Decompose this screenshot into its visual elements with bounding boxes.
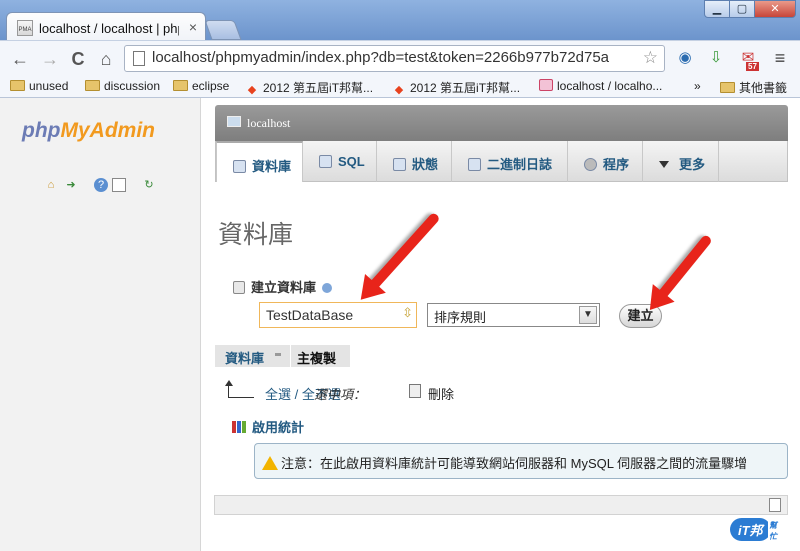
gmail-badge: 57 bbox=[746, 62, 759, 71]
arrow-ltr-icon bbox=[225, 380, 254, 398]
help-icon[interactable]: ? bbox=[94, 178, 108, 192]
sort-icon bbox=[275, 353, 281, 356]
bookmark-folder-discussion[interactable]: discussion bbox=[85, 79, 160, 93]
tab-close-icon[interactable]: × bbox=[189, 19, 197, 35]
home-icon[interactable]: ⌂ bbox=[44, 178, 58, 192]
ithome-watermark: iT邦 幫忙 bbox=[730, 518, 778, 542]
reload-icon[interactable]: ↻ bbox=[142, 178, 156, 192]
maximize-button[interactable]: ▢ bbox=[729, 0, 755, 18]
server-name-link[interactable]: localhost bbox=[247, 116, 290, 131]
browser-tab[interactable]: PMA localhost / localhost | php × bbox=[6, 12, 206, 42]
databases-column-header[interactable]: 資料庫 bbox=[215, 345, 290, 367]
url-text[interactable]: localhost/phpmyadmin/index.php?db=test&t… bbox=[152, 49, 638, 66]
annotation-arrow-input bbox=[366, 211, 441, 293]
delete-icon[interactable] bbox=[409, 384, 421, 398]
bookmarks-bar: unused discussion eclipse ◆ 2012 第五屆iT邦幫.… bbox=[0, 76, 800, 98]
home-button[interactable]: ⌂ bbox=[94, 47, 118, 71]
console-icon[interactable] bbox=[769, 498, 781, 512]
create-database-header: 建立資料庫 bbox=[233, 277, 333, 296]
new-database-icon bbox=[233, 281, 245, 294]
bar-chart-icon bbox=[232, 421, 246, 433]
status-icon bbox=[393, 158, 406, 171]
tab-databases[interactable]: 資料庫 bbox=[216, 141, 303, 182]
folder-icon bbox=[85, 80, 100, 91]
phpmyadmin-logo[interactable]: phpMyAdmin bbox=[22, 119, 155, 143]
bookmark-ithome-1[interactable]: ◆ 2012 第五屆iT邦幫... bbox=[245, 79, 373, 96]
tab-processes[interactable]: 程序 bbox=[568, 141, 643, 182]
bookmark-localhost[interactable]: localhost / localho... bbox=[539, 79, 662, 93]
breadcrumb: localhost bbox=[215, 105, 788, 141]
page-title: 資料庫 bbox=[218, 220, 294, 249]
address-bar[interactable]: localhost/phpmyadmin/index.php?db=test&t… bbox=[124, 45, 665, 72]
tab-more[interactable]: 更多 bbox=[643, 141, 719, 182]
folder-icon bbox=[173, 80, 188, 91]
ithome-favicon: ◆ bbox=[247, 84, 257, 96]
delete-link[interactable]: 刪除 bbox=[428, 384, 454, 403]
other-bookmarks[interactable]: 其他書籤 bbox=[720, 79, 787, 96]
exit-icon[interactable]: ➜ bbox=[64, 178, 78, 192]
gear-icon bbox=[584, 158, 597, 171]
sql-icon bbox=[319, 155, 332, 168]
database-name-input[interactable]: TestDataBase ⇳ bbox=[259, 302, 417, 328]
browser-titlebar: PMA localhost / localhost | php × ▁ ▢ ✕ bbox=[0, 0, 800, 42]
folder-icon bbox=[10, 80, 25, 91]
docs-icon[interactable] bbox=[112, 178, 126, 192]
input-hint-icon: ⇳ bbox=[402, 305, 413, 320]
master-replication-column-header: 主複製 bbox=[290, 345, 350, 367]
tab-binary-log[interactable]: 二進制日誌 bbox=[452, 141, 568, 182]
page-icon bbox=[133, 51, 145, 66]
forward-button[interactable]: → bbox=[38, 47, 62, 71]
pma-favicon bbox=[539, 79, 553, 91]
enable-statistics-link[interactable]: 啟用統計 bbox=[232, 417, 304, 436]
top-menu-tabs: 資料庫 SQL 狀態 二進制日誌 程序 更多 bbox=[215, 141, 788, 182]
globe-icon[interactable]: ◉ bbox=[675, 48, 695, 68]
select-arrow-icon: ▼ bbox=[579, 306, 597, 324]
chevron-down-icon bbox=[659, 161, 669, 168]
tab-sql[interactable]: SQL bbox=[303, 141, 377, 182]
statistics-notice: 注意：在此啟用資料庫統計可能導致網站伺服器和 MySQL 伺服器之間的流量驟增 bbox=[254, 443, 788, 479]
reload-button[interactable]: C bbox=[66, 47, 90, 71]
database-icon bbox=[233, 160, 246, 173]
tab-title: localhost / localhost | php bbox=[39, 21, 179, 36]
bookmark-folder-unused[interactable]: unused bbox=[10, 79, 68, 93]
collation-select[interactable]: 排序規則 ▼ bbox=[427, 303, 600, 327]
download-icon[interactable]: ⇩ bbox=[706, 48, 726, 68]
close-window-button[interactable]: ✕ bbox=[754, 0, 796, 18]
binlog-icon bbox=[468, 158, 481, 171]
server-icon bbox=[227, 116, 241, 127]
bookmarks-overflow-button[interactable]: » bbox=[694, 79, 701, 93]
bookmark-star-icon[interactable]: ☆ bbox=[643, 48, 658, 68]
page-bottom-bar bbox=[214, 495, 788, 515]
folder-icon bbox=[720, 82, 735, 93]
back-button[interactable]: ← bbox=[8, 47, 32, 71]
bookmark-folder-eclipse[interactable]: eclipse bbox=[173, 79, 229, 93]
page-content: phpMyAdmin ⌂ ➜ ? ↻ localhost 資料庫 SQL 狀態 … bbox=[0, 98, 800, 551]
tab-status[interactable]: 狀態 bbox=[377, 141, 452, 182]
warning-icon bbox=[262, 456, 278, 470]
minimize-button[interactable]: ▁ bbox=[704, 0, 730, 18]
with-selected-label: 選中項： bbox=[314, 387, 367, 402]
menu-icon[interactable]: ≡ bbox=[770, 48, 790, 68]
navigation-panel: phpMyAdmin ⌂ ➜ ? ↻ bbox=[0, 98, 201, 551]
annotation-arrow-button bbox=[654, 233, 713, 303]
ithome-favicon: ◆ bbox=[394, 84, 404, 96]
help-icon[interactable] bbox=[322, 283, 333, 293]
new-tab-button[interactable] bbox=[204, 20, 242, 40]
pma-favicon: PMA bbox=[17, 20, 33, 36]
bookmark-ithome-2[interactable]: ◆ 2012 第五屆iT邦幫... bbox=[392, 79, 520, 96]
